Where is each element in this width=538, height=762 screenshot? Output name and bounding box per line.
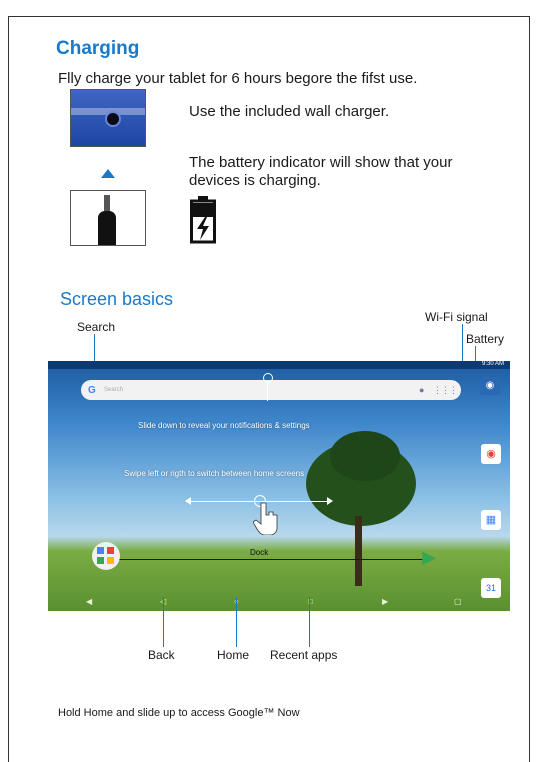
tablet-screen: 9:30 AM G Search ● ⋮⋮⋮ ◉ Slide down to r… (48, 361, 510, 611)
search-placeholder: Search (104, 387, 124, 393)
apps-folder-icon[interactable] (92, 542, 120, 570)
charging-heading: Charging (56, 38, 140, 59)
back-pointer (163, 597, 164, 647)
volume-up-icon[interactable]: ▶ (382, 597, 388, 606)
arrow-right-icon (327, 497, 333, 505)
mic-icon[interactable]: ● (419, 385, 424, 395)
volume-down-icon[interactable]: ◀ (86, 597, 92, 606)
charger-instruction: Use the included wall charger. (189, 103, 390, 120)
battery-label: Battery (466, 332, 505, 346)
battery-indicator-text: The battery indicator will show that you… (189, 154, 453, 189)
google-icon: G (88, 385, 96, 396)
screenshot-icon[interactable]: ▢ (454, 597, 462, 606)
back-label: Back (148, 648, 175, 662)
hand-icon (253, 502, 278, 535)
charging-port-image (70, 89, 146, 147)
charger-plug-image (70, 190, 146, 246)
slide-down-hint: Slide down to reveal your notifications … (138, 421, 310, 430)
status-time: 9:30 AM (481, 361, 504, 367)
home-pointer (236, 597, 237, 647)
nav-bar: ◀ ◁ ○ □ ▶ ▢ (48, 593, 510, 611)
dock-line (102, 559, 432, 560)
charging-intro: Flly charge your tablet for 6 hours bego… (58, 70, 418, 87)
photos-icon[interactable]: ▦ (481, 510, 501, 530)
wifi-label: Wi-Fi signal (425, 310, 488, 324)
screen-basics-heading: Screen basics (60, 289, 174, 309)
swipe-hint: Swipe left or rigth to switch between ho… (124, 469, 305, 478)
footer-note: Hold Home and slide up to access Google™… (58, 707, 300, 719)
chrome-icon[interactable]: ◉ (481, 444, 501, 464)
play-store-icon[interactable]: ▶ (417, 545, 441, 569)
wifi-pointer (462, 324, 463, 364)
camera-icon[interactable]: ◉ (480, 377, 500, 395)
battery-charging-icon (190, 196, 216, 244)
arrow-left-icon (185, 497, 191, 505)
slide-handle-icon (263, 373, 273, 383)
google-search-bar[interactable] (81, 380, 461, 400)
search-label: Search (77, 320, 116, 334)
slide-line (267, 383, 268, 401)
apps-grid-icon[interactable]: ⋮⋮⋮ (433, 385, 458, 396)
status-bar: 9:30 AM (48, 361, 510, 369)
dock-label: Dock (250, 548, 269, 557)
arrow-up-icon (101, 169, 115, 178)
recent-pointer (309, 597, 310, 647)
home-label: Home (217, 648, 250, 662)
recent-apps-label: Recent apps (270, 648, 338, 662)
